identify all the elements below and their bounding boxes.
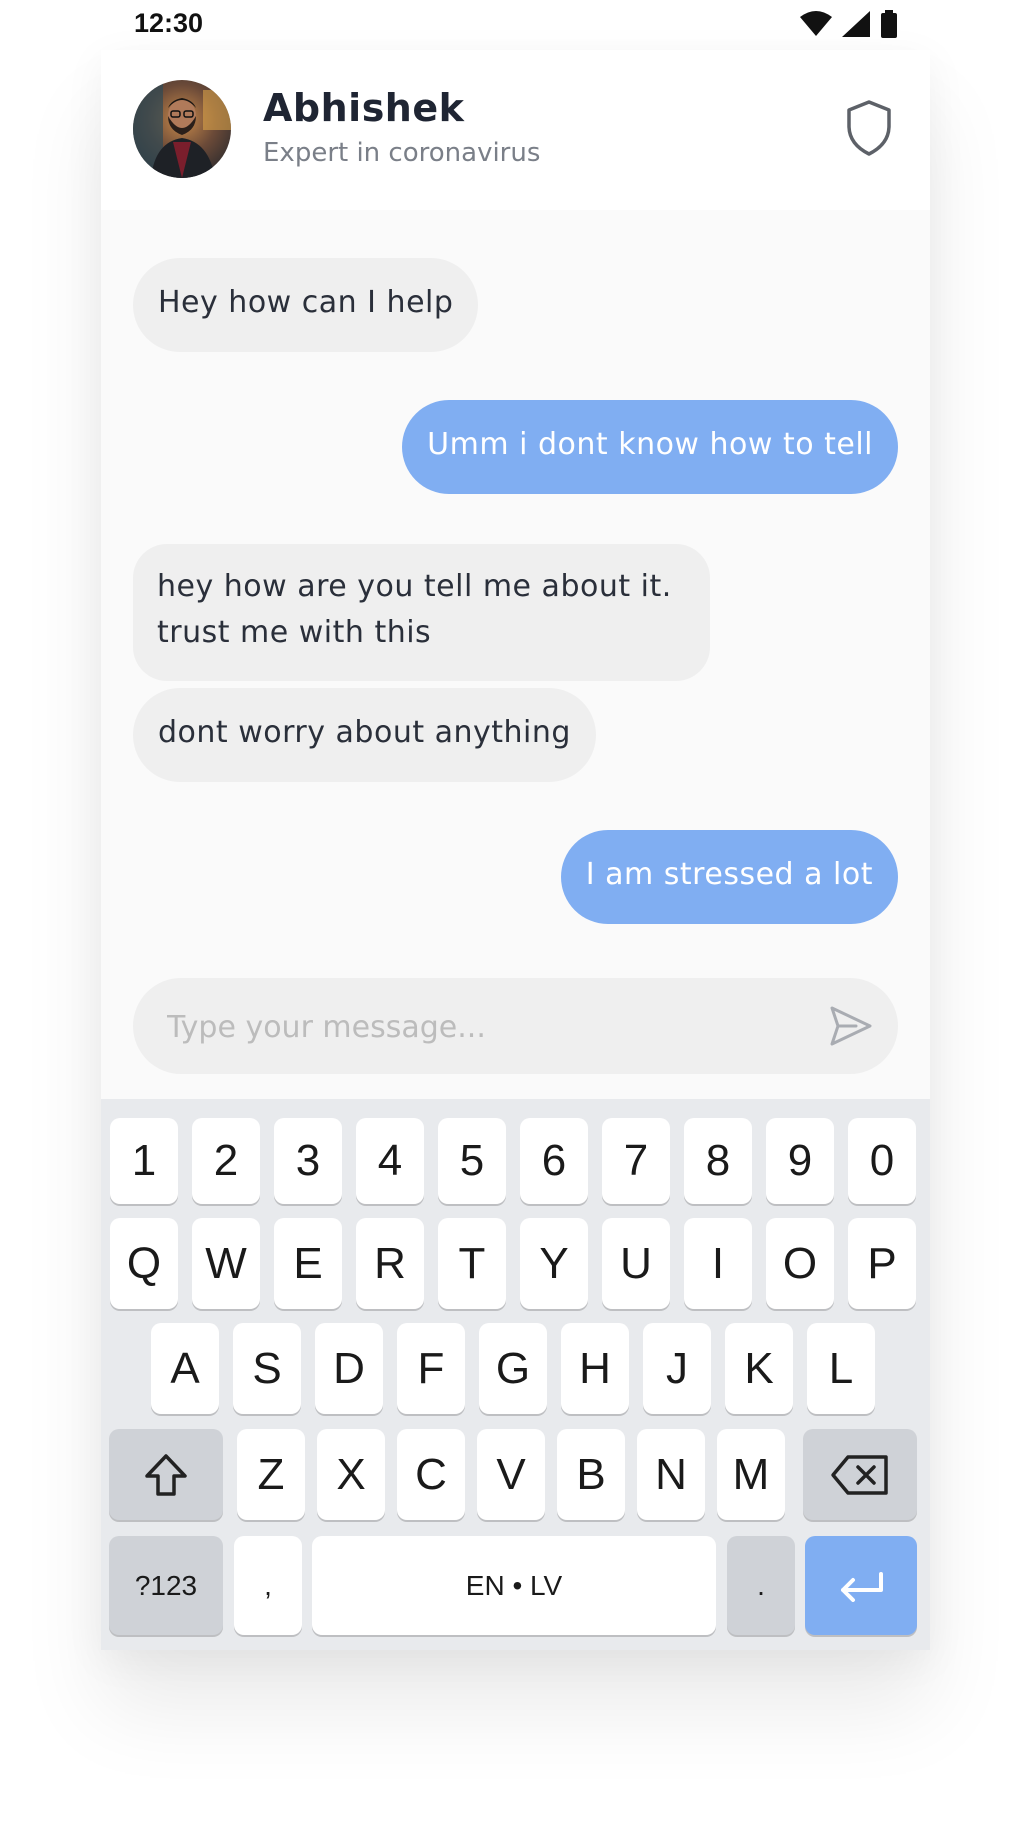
shift-icon[interactable] xyxy=(109,1429,223,1520)
message-composer xyxy=(133,978,898,1074)
key-i[interactable]: I xyxy=(684,1218,752,1309)
message-outgoing: Umm i dont know how to tell xyxy=(402,400,898,494)
contact-subtitle: Expert in coronavirus xyxy=(263,138,541,168)
key-u[interactable]: U xyxy=(602,1218,670,1309)
message-input[interactable] xyxy=(165,1002,809,1052)
message-incoming: Hey how can I help xyxy=(133,258,479,352)
key-1[interactable]: 1 xyxy=(110,1118,178,1204)
key-g[interactable]: G xyxy=(479,1323,547,1414)
key-c[interactable]: C xyxy=(397,1429,465,1520)
key-h[interactable]: H xyxy=(561,1323,629,1414)
space-key[interactable]: EN • LV xyxy=(312,1536,716,1635)
enter-icon[interactable] xyxy=(805,1536,917,1635)
key-w[interactable]: W xyxy=(192,1218,260,1309)
key-9[interactable]: 9 xyxy=(766,1118,834,1204)
key-d[interactable]: D xyxy=(315,1323,383,1414)
keyboard: 1 2 3 4 5 6 7 8 9 0 Q W E R T Y U I O P … xyxy=(101,1099,930,1650)
key-0[interactable]: 0 xyxy=(848,1118,916,1204)
signal-icon xyxy=(842,11,870,41)
status-time: 12:30 xyxy=(134,8,204,38)
key-j[interactable]: J xyxy=(643,1323,711,1414)
backspace-icon[interactable] xyxy=(803,1429,917,1520)
key-6[interactable]: 6 xyxy=(520,1118,588,1204)
status-icons xyxy=(800,10,898,42)
key-m[interactable]: M xyxy=(717,1429,785,1520)
key-k[interactable]: K xyxy=(725,1323,793,1414)
key-q[interactable]: Q xyxy=(110,1218,178,1309)
period-key[interactable]: . xyxy=(727,1536,795,1635)
key-p[interactable]: P xyxy=(848,1218,916,1309)
key-e[interactable]: E xyxy=(274,1218,342,1309)
shield-icon[interactable] xyxy=(844,98,894,158)
key-l[interactable]: L xyxy=(807,1323,875,1414)
message-outgoing: I am stressed a lot xyxy=(560,830,898,924)
symbols-key[interactable]: ?123 xyxy=(109,1536,223,1635)
key-f[interactable]: F xyxy=(397,1323,465,1414)
key-4[interactable]: 4 xyxy=(356,1118,424,1204)
key-a[interactable]: A xyxy=(151,1323,219,1414)
send-icon[interactable] xyxy=(826,1002,874,1050)
status-bar: 12:30 xyxy=(0,0,1022,50)
comma-key[interactable]: , xyxy=(234,1536,302,1635)
chat-screen: Abhishek Expert in coronavirus Hey how c… xyxy=(101,50,930,1650)
key-o[interactable]: O xyxy=(766,1218,834,1309)
message-incoming: hey how are you tell me about it. trust … xyxy=(133,544,710,681)
key-z[interactable]: Z xyxy=(237,1429,305,1520)
chat-header: Abhishek Expert in coronavirus xyxy=(101,50,930,210)
key-s[interactable]: S xyxy=(233,1323,301,1414)
avatar[interactable] xyxy=(133,80,231,178)
message-incoming: dont worry about anything xyxy=(133,688,596,782)
wifi-icon xyxy=(800,11,832,41)
key-r[interactable]: R xyxy=(356,1218,424,1309)
key-2[interactable]: 2 xyxy=(192,1118,260,1204)
key-n[interactable]: N xyxy=(637,1429,705,1520)
key-3[interactable]: 3 xyxy=(274,1118,342,1204)
key-8[interactable]: 8 xyxy=(684,1118,752,1204)
key-b[interactable]: B xyxy=(557,1429,625,1520)
key-y[interactable]: Y xyxy=(520,1218,588,1309)
key-7[interactable]: 7 xyxy=(602,1118,670,1204)
key-x[interactable]: X xyxy=(317,1429,385,1520)
key-v[interactable]: V xyxy=(477,1429,545,1520)
key-5[interactable]: 5 xyxy=(438,1118,506,1204)
key-t[interactable]: T xyxy=(438,1218,506,1309)
battery-icon xyxy=(880,10,898,42)
contact-name: Abhishek xyxy=(263,86,465,130)
